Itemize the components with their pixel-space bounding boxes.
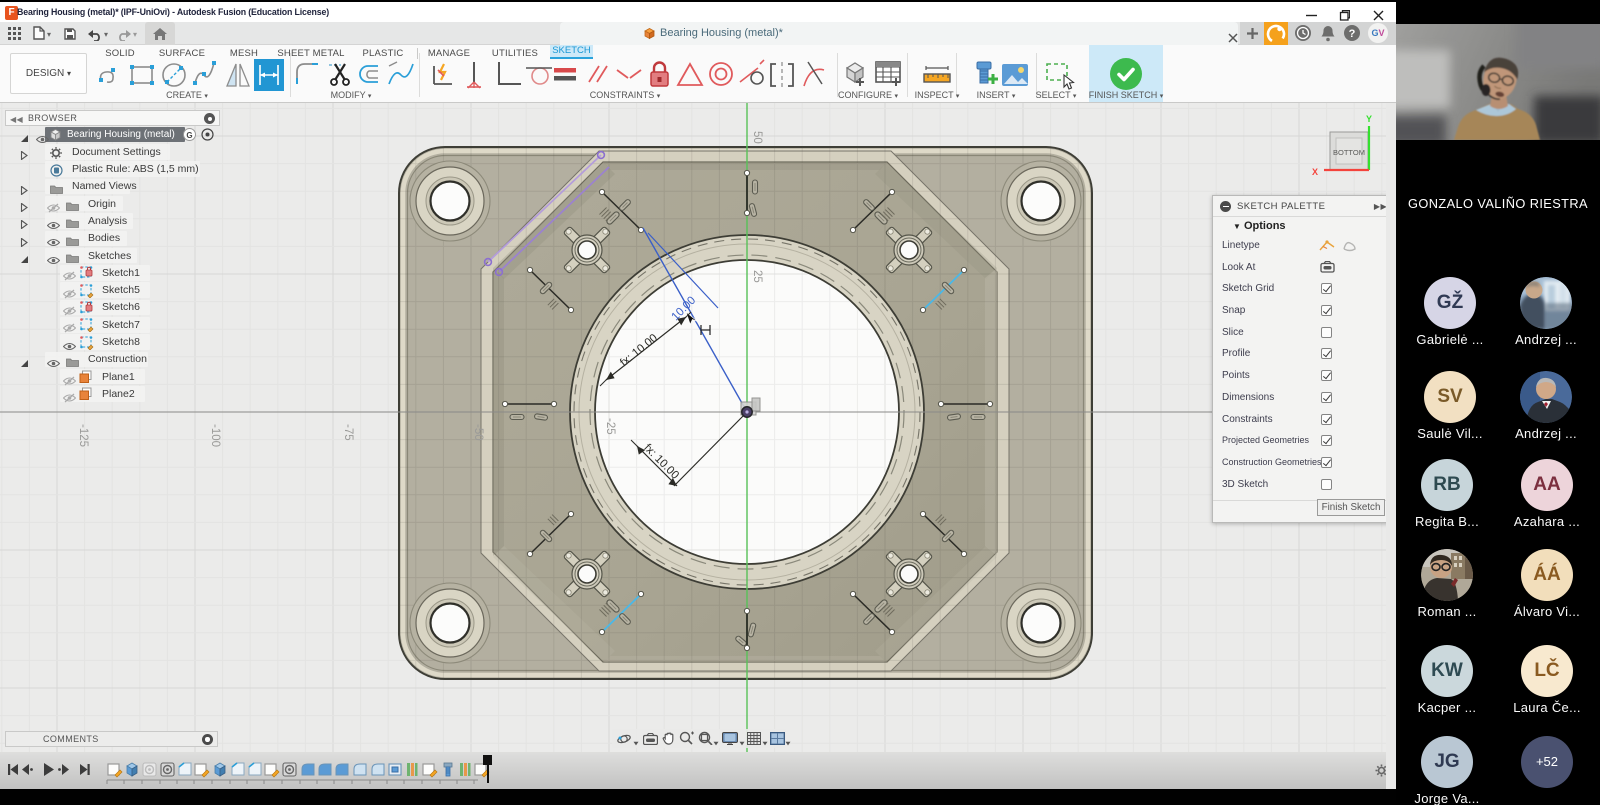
svg-text:-50: -50 bbox=[472, 424, 484, 441]
svg-text:-125: -125 bbox=[77, 424, 89, 447]
svg-text:X: X bbox=[1312, 167, 1318, 177]
svg-text:Y: Y bbox=[1366, 114, 1372, 124]
svg-text:-25: -25 bbox=[604, 418, 616, 435]
svg-text:-100: -100 bbox=[209, 424, 221, 447]
svg-text:50: 50 bbox=[751, 131, 763, 144]
svg-text:-75: -75 bbox=[342, 424, 354, 441]
svg-text:BOTTOM: BOTTOM bbox=[1333, 148, 1365, 157]
svg-text:25: 25 bbox=[751, 270, 763, 283]
